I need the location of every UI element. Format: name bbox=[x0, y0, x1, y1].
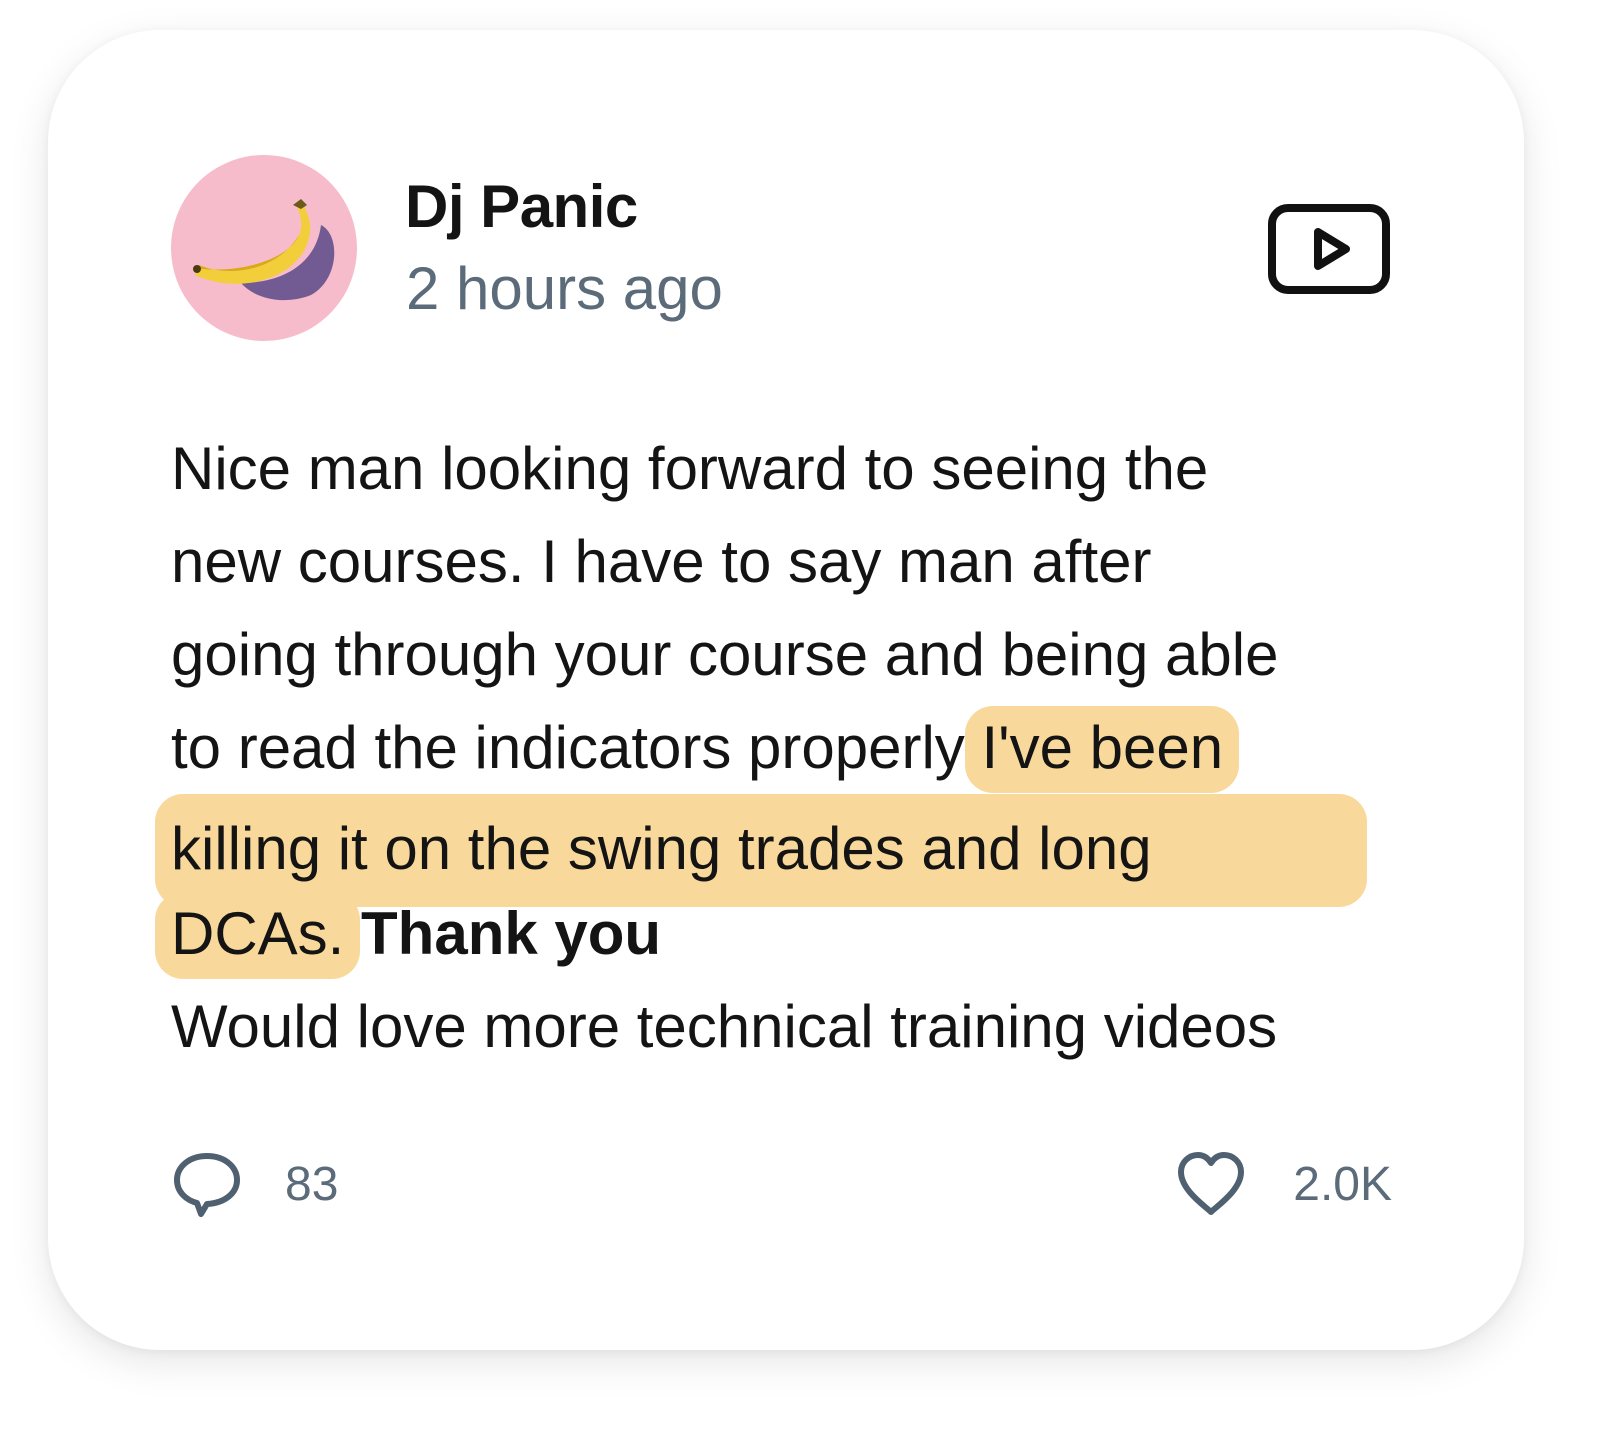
highlighted-text: I've been bbox=[965, 706, 1240, 793]
post-body-line: Nice man looking forward to seeing the bbox=[171, 435, 1209, 502]
post-body-line: to read the indicators properly I've bee… bbox=[171, 701, 1421, 794]
post-body-line: going through your course and being able bbox=[171, 621, 1279, 688]
post-body: Nice man looking forward to seeing the n… bbox=[155, 422, 1421, 1073]
post-card: Dj Panic 2 hours ago Nice man looking fo… bbox=[48, 30, 1524, 1350]
likes-count: 2.0K bbox=[1293, 1157, 1392, 1211]
comments-button[interactable]: 83 bbox=[171, 1148, 338, 1220]
video-play-icon bbox=[1268, 204, 1390, 294]
like-button[interactable]: 2.0K bbox=[1175, 1148, 1392, 1220]
post-footer: 83 2.0K bbox=[171, 1148, 1392, 1224]
post-timestamp: 2 hours ago bbox=[406, 255, 723, 322]
avatar[interactable] bbox=[171, 155, 357, 341]
post-body-line: Would love more technical training video… bbox=[171, 993, 1278, 1060]
bold-text: Thank you bbox=[361, 900, 662, 967]
highlighted-text: DCAs. bbox=[155, 892, 361, 979]
heart-icon bbox=[1178, 1152, 1245, 1215]
post-body-text: to read the indicators properly bbox=[171, 714, 982, 781]
author-name[interactable]: Dj Panic bbox=[405, 172, 638, 241]
comments-count: 83 bbox=[285, 1157, 339, 1211]
comment-icon bbox=[174, 1153, 240, 1217]
post-body-line: new courses. I have to say man after bbox=[171, 528, 1152, 595]
banana-avatar-icon bbox=[193, 199, 335, 301]
video-button[interactable] bbox=[1266, 202, 1392, 296]
post-body-line: killing it on the swing trades and long bbox=[155, 794, 1421, 907]
